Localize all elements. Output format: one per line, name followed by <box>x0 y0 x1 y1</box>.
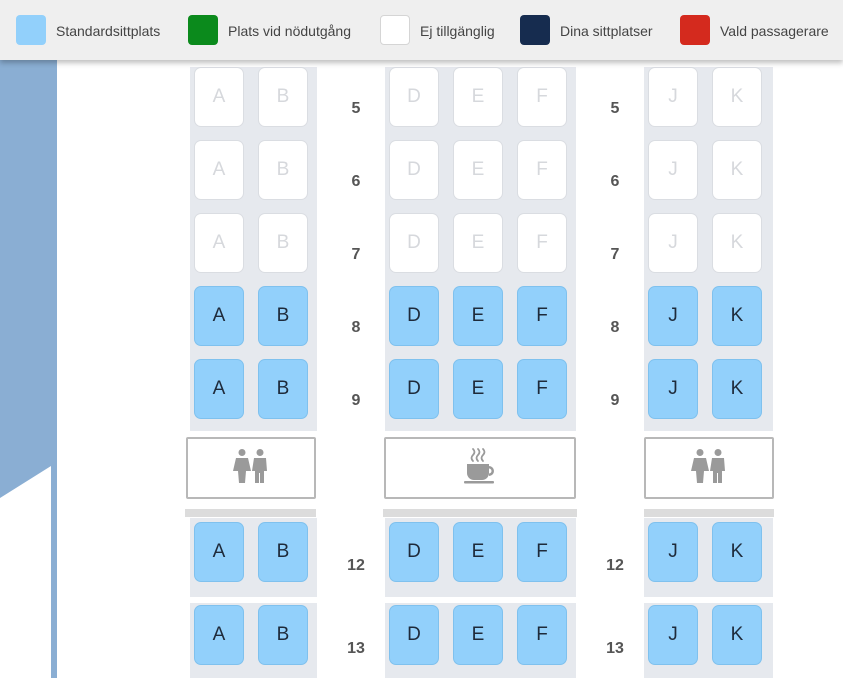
legend-unavailable-label: Ej tillgänglig <box>420 23 495 39</box>
legend-selected-label: Vald passagerare <box>720 23 829 39</box>
cabin-divider <box>383 509 577 517</box>
seat-7b: B <box>258 213 308 273</box>
legend-emergency-swatch <box>188 15 218 45</box>
seat-legend: Standardsittplats Plats vid nödutgång Ej t… <box>0 0 843 60</box>
seat-6b: B <box>258 140 308 200</box>
legend-selected-swatch <box>680 15 710 45</box>
seat-7j: J <box>648 213 698 273</box>
seat-13b[interactable]: B <box>258 605 308 665</box>
row-number-9-left: 9 <box>351 392 361 409</box>
legend-your-seats-label: Dina sittplatser <box>560 23 653 39</box>
seat-7e: E <box>453 213 503 273</box>
cabin-divider <box>644 509 774 517</box>
seat-5b: B <box>258 67 308 127</box>
seat-13k[interactable]: K <box>712 605 762 665</box>
seat-7a: A <box>194 213 244 273</box>
row-number-13-right: 13 <box>606 640 624 657</box>
legend-emergency-label: Plats vid nödutgång <box>228 23 351 39</box>
seat-12b[interactable]: B <box>258 522 308 582</box>
coffee-cup-icon <box>461 447 499 490</box>
legend-standard-swatch <box>16 15 46 45</box>
seat-8f[interactable]: F <box>517 286 567 346</box>
row-number-7-right: 7 <box>610 246 620 263</box>
row-number-5-left: 5 <box>351 100 361 117</box>
lavatory-icon <box>689 448 729 489</box>
seat-12d[interactable]: D <box>389 522 439 582</box>
seat-7k: K <box>712 213 762 273</box>
row-number-8-left: 8 <box>351 319 361 336</box>
cabin-divider <box>185 509 316 517</box>
seat-6a: A <box>194 140 244 200</box>
row-number-12-right: 12 <box>606 557 624 574</box>
seat-9b[interactable]: B <box>258 359 308 419</box>
seat-6e: E <box>453 140 503 200</box>
row-number-7-left: 7 <box>351 246 361 263</box>
row-number-9-right: 9 <box>610 392 620 409</box>
seat-13j[interactable]: J <box>648 605 698 665</box>
seat-6j: J <box>648 140 698 200</box>
row-number-12-left: 12 <box>347 557 365 574</box>
seat-5a: A <box>194 67 244 127</box>
seat-5f: F <box>517 67 567 127</box>
seat-12e[interactable]: E <box>453 522 503 582</box>
legend-standard-label: Standardsittplats <box>56 23 161 39</box>
seat-12f[interactable]: F <box>517 522 567 582</box>
facility-middle <box>384 437 576 499</box>
legend-unavailable-swatch <box>380 15 410 45</box>
seat-5j: J <box>648 67 698 127</box>
seat-13e[interactable]: E <box>453 605 503 665</box>
seat-13d[interactable]: D <box>389 605 439 665</box>
seat-6k: K <box>712 140 762 200</box>
seat-6d: D <box>389 140 439 200</box>
seat-5k: K <box>712 67 762 127</box>
seat-7d: D <box>389 213 439 273</box>
facility-left <box>186 437 316 499</box>
seat-8j[interactable]: J <box>648 286 698 346</box>
seat-13a[interactable]: A <box>194 605 244 665</box>
seat-12k[interactable]: K <box>712 522 762 582</box>
seat-12j[interactable]: J <box>648 522 698 582</box>
legend-your-seats-swatch <box>520 15 550 45</box>
seat-6f: F <box>517 140 567 200</box>
fuselage-edge <box>0 466 51 678</box>
facility-right <box>644 437 774 499</box>
seat-13f[interactable]: F <box>517 605 567 665</box>
lavatory-icon <box>231 448 271 489</box>
seat-8a[interactable]: A <box>194 286 244 346</box>
row-number-6-left: 6 <box>351 173 361 190</box>
seat-9k[interactable]: K <box>712 359 762 419</box>
seat-9f[interactable]: F <box>517 359 567 419</box>
row-number-13-left: 13 <box>347 640 365 657</box>
seat-9d[interactable]: D <box>389 359 439 419</box>
seat-8e[interactable]: E <box>453 286 503 346</box>
seat-5e: E <box>453 67 503 127</box>
seat-9a[interactable]: A <box>194 359 244 419</box>
seat-12a[interactable]: A <box>194 522 244 582</box>
row-number-5-right: 5 <box>610 100 620 117</box>
seat-8k[interactable]: K <box>712 286 762 346</box>
seat-7f: F <box>517 213 567 273</box>
seat-9e[interactable]: E <box>453 359 503 419</box>
seat-8b[interactable]: B <box>258 286 308 346</box>
seat-9j[interactable]: J <box>648 359 698 419</box>
row-number-8-right: 8 <box>610 319 620 336</box>
row-number-6-right: 6 <box>610 173 620 190</box>
seat-8d[interactable]: D <box>389 286 439 346</box>
seat-5d: D <box>389 67 439 127</box>
